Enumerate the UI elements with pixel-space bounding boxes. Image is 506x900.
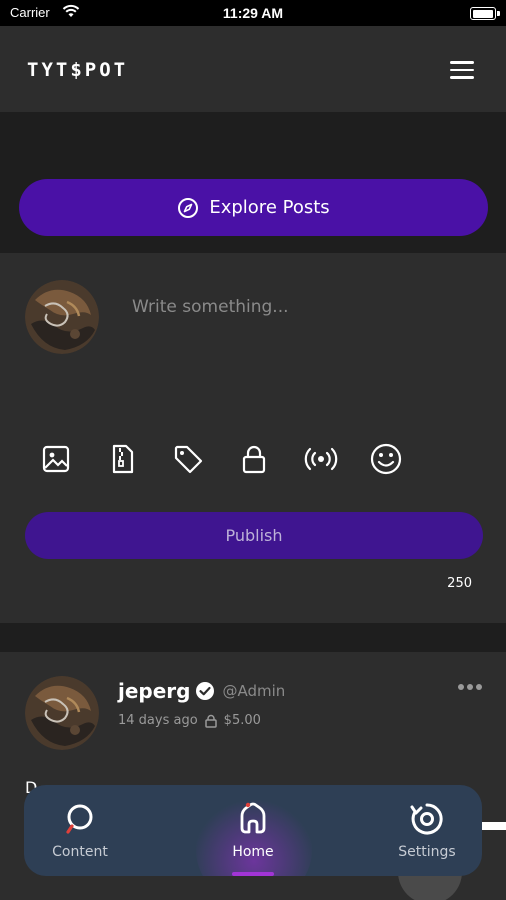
write-something-input[interactable]: Write something... bbox=[132, 297, 289, 317]
publish-button[interactable]: Publish bbox=[25, 512, 483, 559]
clock: 11:29 AM bbox=[222, 5, 284, 21]
compass-icon bbox=[178, 197, 199, 218]
post-meta: 14 days ago $5.00 bbox=[118, 713, 261, 728]
smile-icon[interactable] bbox=[370, 443, 402, 475]
battery-icon bbox=[470, 7, 500, 20]
post-time: 14 days ago bbox=[118, 713, 198, 728]
character-count: 250 bbox=[447, 576, 472, 591]
app-header: TYT$POT bbox=[0, 26, 506, 112]
verified-badge-icon bbox=[196, 682, 215, 700]
nav-item-home[interactable]: Home bbox=[188, 785, 318, 876]
nav-label-content: Content bbox=[52, 844, 108, 860]
post-author: jeperg @Admin bbox=[118, 679, 285, 703]
author-name[interactable]: jeperg bbox=[118, 679, 190, 703]
post-composer: Write something... Publish 250 bbox=[0, 253, 506, 623]
post-price: $5.00 bbox=[223, 713, 261, 728]
status-bar: Carrier 11:29 AM bbox=[0, 0, 506, 26]
nav-item-settings[interactable]: Settings bbox=[362, 785, 482, 876]
settings-icon bbox=[410, 803, 443, 835]
explore-posts-button[interactable]: Explore Posts bbox=[19, 179, 488, 236]
author-handle: @Admin bbox=[222, 682, 286, 700]
file-zip-icon[interactable] bbox=[106, 443, 138, 475]
explore-section: Explore Posts bbox=[0, 112, 506, 253]
tag-icon[interactable] bbox=[172, 443, 204, 475]
lock-icon[interactable] bbox=[238, 443, 270, 475]
nav-item-content[interactable]: Content bbox=[24, 785, 145, 876]
lock-icon bbox=[204, 714, 217, 728]
bottom-navigation: Content Home Settings bbox=[24, 785, 482, 876]
avatar bbox=[25, 280, 99, 354]
app-logo[interactable]: TYT$POT bbox=[27, 59, 128, 81]
menu-icon[interactable] bbox=[450, 61, 474, 79]
nav-label-home: Home bbox=[232, 844, 274, 860]
active-indicator bbox=[232, 872, 274, 876]
avatar[interactable] bbox=[25, 676, 99, 750]
image-icon[interactable] bbox=[40, 443, 72, 475]
home-icon bbox=[240, 802, 266, 834]
explore-posts-label: Explore Posts bbox=[209, 197, 330, 218]
broadcast-icon[interactable] bbox=[304, 443, 338, 475]
search-icon bbox=[66, 804, 93, 834]
more-options-icon[interactable] bbox=[458, 684, 482, 690]
nav-label-settings: Settings bbox=[398, 844, 456, 860]
